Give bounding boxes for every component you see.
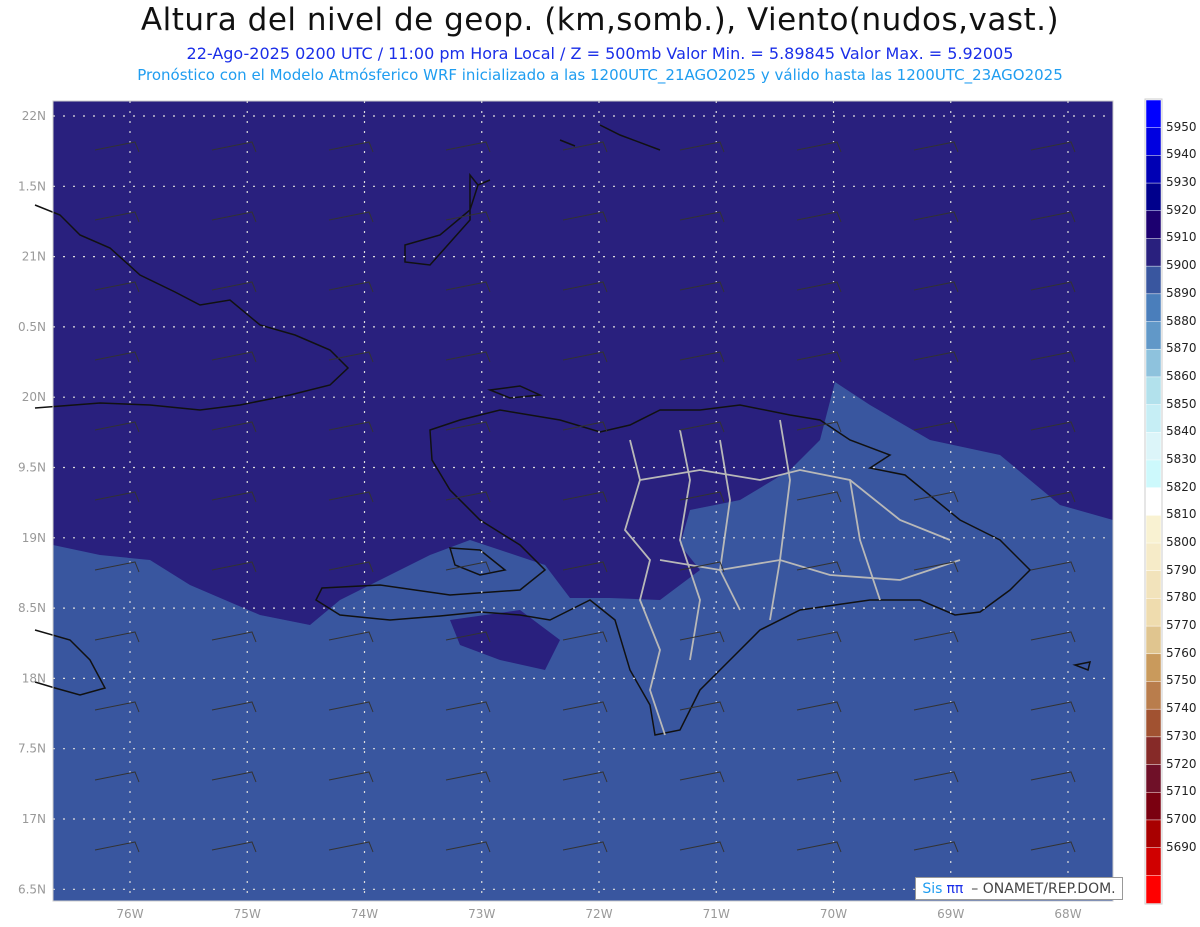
colorbar-level-label: 5810 <box>1166 507 1197 522</box>
colorbar-level-label: 5790 <box>1166 562 1197 577</box>
lat-tick-label: 8.5N <box>18 601 46 615</box>
map-panel: 76W 75W 74W 73W 72W 71W 70W 69W 68W 22N 1.5N 21N 0.5… <box>18 98 1163 921</box>
colorbar-level-label: 5940 <box>1166 147 1197 162</box>
colorbar-level-label: 5840 <box>1166 424 1197 439</box>
lat-tick-label: 7.5N <box>18 742 46 756</box>
colorbar-swatch <box>1145 875 1162 904</box>
logo-pi: ππ <box>946 880 964 897</box>
colorbar-swatch <box>1145 542 1162 572</box>
colorbar-swatch <box>1145 515 1162 544</box>
colorbar-level-label: 5950 <box>1166 119 1197 134</box>
colorbar-swatch <box>1145 736 1162 766</box>
colorbar-level-label: 5880 <box>1166 313 1197 328</box>
colorbar-level-label: 5860 <box>1166 368 1197 383</box>
colorbar-level-label: 5740 <box>1166 701 1197 716</box>
colorbar-swatch <box>1145 321 1162 350</box>
colorbar-swatch <box>1145 570 1162 600</box>
lat-tick-label: 9.5N <box>18 461 46 475</box>
colorbar-swatch <box>1145 598 1162 627</box>
colorbar-swatch <box>1145 681 1162 710</box>
lon-tick-label: 72W <box>585 907 612 921</box>
colorbar-level-label: 5930 <box>1166 175 1197 190</box>
colorbar-swatch <box>1145 432 1162 461</box>
logo-credit: Sis ππ – ONAMET/REP.DOM. <box>915 877 1123 900</box>
colorbar-swatch <box>1145 625 1162 655</box>
colorbar-level-label: 5770 <box>1166 618 1197 633</box>
colorbar-swatch <box>1145 404 1162 434</box>
lat-tick-label: 22N <box>22 109 46 123</box>
colorbar-swatch <box>1145 708 1162 738</box>
lat-tick-label: 20N <box>22 390 46 404</box>
lat-tick-label: 18N <box>22 671 46 685</box>
colorbar-swatch <box>1145 459 1162 489</box>
colorbar-swatch <box>1145 764 1162 793</box>
lat-tick-label: 1.5N <box>18 179 46 193</box>
logo-brand: Sis <box>922 880 943 897</box>
lon-tick-label: 69W <box>937 907 964 921</box>
lat-tick-label: 0.5N <box>18 320 46 334</box>
colorbar-level-label: 5890 <box>1166 285 1197 300</box>
colorbar-level-label: 5730 <box>1166 728 1197 743</box>
colorbar-level-label: 5710 <box>1166 784 1197 799</box>
colorbar-level-label: 5830 <box>1166 451 1197 466</box>
colorbar-level-label: 5910 <box>1166 230 1197 245</box>
colorbar-swatch <box>1145 487 1162 517</box>
colorbar-swatch <box>1145 238 1162 267</box>
colorbar-swatch <box>1145 819 1162 849</box>
lat-tick-label: 19N <box>22 531 46 545</box>
lat-tick-label: 17N <box>22 812 46 826</box>
colorbar-swatch <box>1145 265 1162 295</box>
lon-tick-label: 71W <box>703 907 730 921</box>
colorbar-level-label: 5870 <box>1166 341 1197 356</box>
colorbar-swatch <box>1145 155 1162 184</box>
colorbar-swatch <box>1145 791 1162 821</box>
colorbar-level-label: 5780 <box>1166 590 1197 605</box>
lat-tick-label: 6.5N <box>18 882 46 896</box>
colorbar-swatch <box>1145 653 1162 683</box>
colorbar-level-label: 5900 <box>1166 258 1197 273</box>
colorbar-swatch <box>1145 293 1162 323</box>
logo-text: – ONAMET/REP.DOM. <box>971 880 1116 897</box>
lon-tick-label: 74W <box>351 907 378 921</box>
colorbar-level-label: 5820 <box>1166 479 1197 494</box>
colorbar-level-label: 5720 <box>1166 756 1197 771</box>
colorbar-level-label: 5690 <box>1166 839 1197 854</box>
colorbar-level-label: 5850 <box>1166 396 1197 411</box>
colorbar-level-label: 5700 <box>1166 811 1197 826</box>
lon-tick-label: 68W <box>1054 907 1081 921</box>
lon-tick-label: 75W <box>234 907 261 921</box>
lat-tick-label: 21N <box>22 250 46 264</box>
colorbar-swatch <box>1145 348 1162 378</box>
colorbar-level-label: 5760 <box>1166 645 1197 660</box>
colorbar-level-label: 5800 <box>1166 535 1197 550</box>
lon-tick-label: 76W <box>116 907 143 921</box>
colorbar-level-label: 5920 <box>1166 202 1197 217</box>
lon-tick-label: 73W <box>468 907 495 921</box>
colorbar-swatch <box>1145 99 1162 129</box>
colorbar-swatch <box>1145 376 1162 406</box>
colorbar-swatch <box>1145 182 1162 212</box>
colorbar-swatch <box>1145 847 1162 877</box>
colorbar-swatch <box>1145 210 1162 240</box>
colorbar-level-label: 5750 <box>1166 673 1197 688</box>
colorbar-swatch <box>1145 127 1162 157</box>
lon-tick-label: 70W <box>820 907 847 921</box>
